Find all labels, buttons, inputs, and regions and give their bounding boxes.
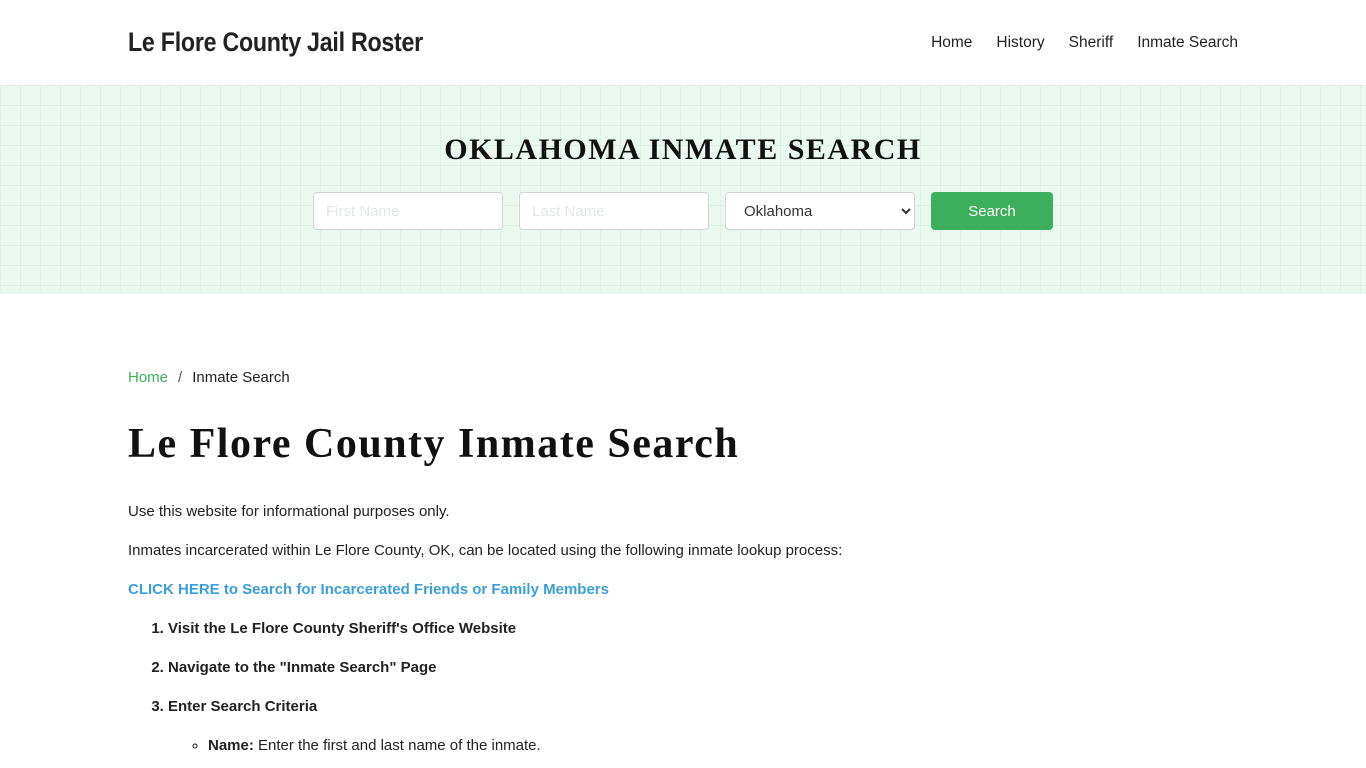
steps-list: Visit the Le Flore County Sheriff's Offi… [128, 620, 1238, 754]
site-brand-link[interactable]: Le Flore County Jail Roster [128, 27, 423, 58]
last-name-input[interactable] [519, 192, 709, 230]
nav-inmate-search[interactable]: Inmate Search [1137, 34, 1238, 52]
step-label: Enter Search Criteria [168, 698, 318, 715]
breadcrumb-current: Inmate Search [192, 369, 290, 386]
page-title: Le Flore County Inmate Search [128, 421, 740, 467]
description-text: Inmates incarcerated within Le Flore Cou… [128, 542, 843, 559]
breadcrumb: Home / Inmate Search [128, 369, 1238, 386]
nav-home[interactable]: Home [931, 34, 972, 52]
criteria-term: Name: [208, 737, 254, 754]
breadcrumb-separator: / [178, 369, 183, 386]
nav-history[interactable]: History [996, 34, 1044, 52]
criteria-item: Name: Enter the first and last name of t… [208, 737, 1238, 754]
step-item: Enter Search Criteria Name: Enter the fi… [168, 698, 1238, 754]
criteria-list: Name: Enter the first and last name of t… [168, 737, 1238, 754]
step-item: Navigate to the "Inmate Search" Page [168, 659, 1238, 676]
inmate-search-form: Oklahoma Search [313, 192, 1053, 230]
search-cta-link[interactable]: CLICK HERE to Search for Incarcerated Fr… [128, 581, 1238, 598]
site-header: Le Flore County Jail Roster Home History… [0, 0, 1366, 85]
breadcrumb-home-link[interactable]: Home [128, 369, 168, 386]
nav-sheriff[interactable]: Sheriff [1069, 34, 1114, 52]
main-nav: Home History Sheriff Inmate Search [907, 34, 1238, 52]
criteria-text: Enter the first and last name of the inm… [253, 737, 541, 754]
search-banner: OKLAHOMA INMATE SEARCH Oklahoma Search [0, 85, 1366, 294]
search-button[interactable]: Search [931, 192, 1053, 230]
banner-title: OKLAHOMA INMATE SEARCH [444, 133, 922, 166]
intro-text: Use this website for informational purpo… [128, 503, 450, 520]
main-content: Home / Inmate Search Le Flore County Inm… [0, 369, 1366, 754]
first-name-input[interactable] [313, 192, 503, 230]
step-item: Visit the Le Flore County Sheriff's Offi… [168, 620, 1238, 637]
state-select[interactable]: Oklahoma [725, 192, 915, 230]
